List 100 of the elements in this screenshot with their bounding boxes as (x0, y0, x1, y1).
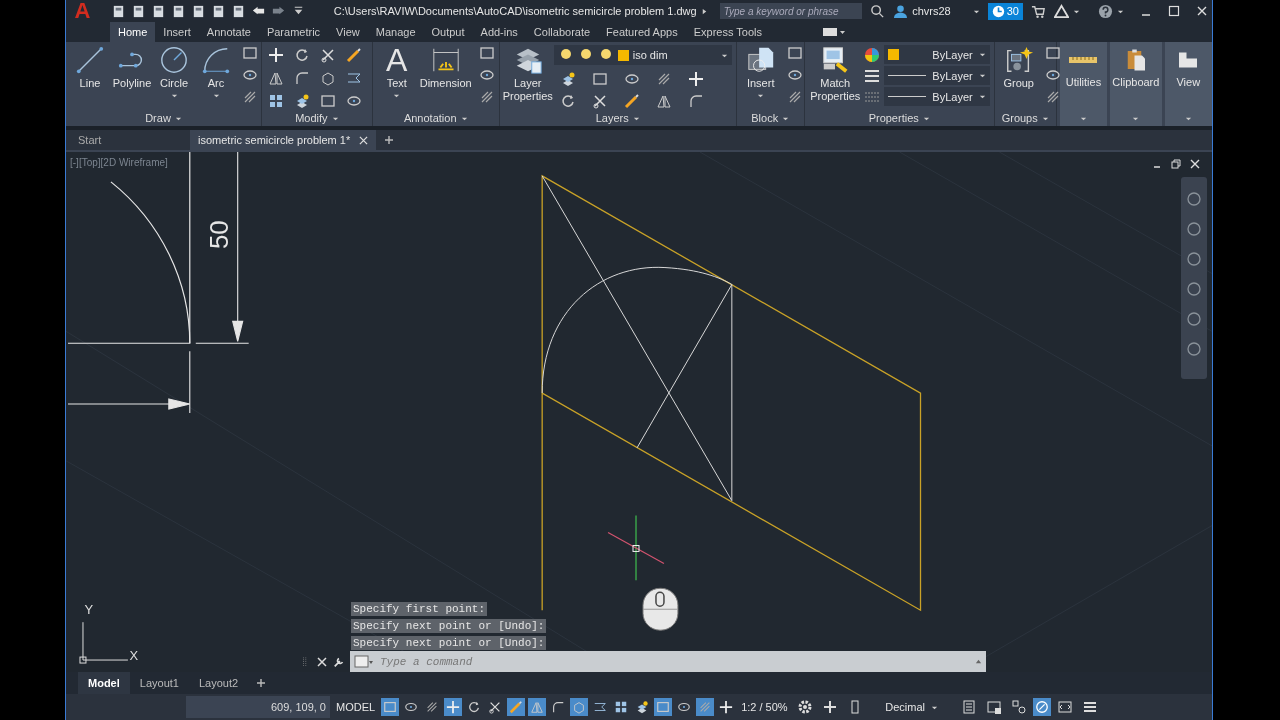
collapsed-panel[interactable]: Utilities (1059, 42, 1108, 126)
ribbon-tab[interactable]: Collaborate (525, 22, 599, 42)
ribbon-tab[interactable]: Add-ins (472, 22, 526, 42)
tool-icon[interactable] (320, 93, 336, 109)
user-icon[interactable] (893, 3, 909, 19)
units-dropdown[interactable]: Decimal (868, 701, 955, 713)
status-toggle[interactable] (570, 698, 589, 716)
ribbon-tab[interactable]: Express Tools (685, 22, 770, 42)
status-toggle[interactable] (696, 698, 715, 716)
collapsed-panel[interactable]: Clipboard (1110, 42, 1162, 126)
hardware-acceleration-button[interactable] (1032, 698, 1051, 716)
tool-icon[interactable] (1044, 45, 1061, 61)
tool-icon[interactable] (687, 93, 704, 109)
ribbon-tab[interactable]: Insert (155, 22, 199, 42)
tool-icon[interactable] (320, 47, 336, 63)
tool-icon[interactable] (320, 70, 336, 86)
fullscreen-icon[interactable] (1056, 699, 1073, 715)
panel-title[interactable]: Layers (499, 110, 736, 126)
tool-icon[interactable] (268, 47, 284, 63)
tool-icon[interactable] (623, 71, 640, 87)
tool-icon[interactable] (591, 93, 608, 109)
lock-icon[interactable] (985, 699, 1002, 715)
tool-icon[interactable] (294, 70, 310, 86)
settings-icon[interactable] (796, 699, 813, 715)
tool-icon[interactable] (478, 45, 495, 61)
navigation-icon[interactable] (1186, 221, 1202, 237)
status-toggle[interactable] (381, 698, 400, 716)
file-tab[interactable]: isometric semicircle problem 1* (190, 130, 376, 150)
tool-icon[interactable] (242, 89, 258, 105)
ribbon-button[interactable]: Group (998, 45, 1039, 90)
tool-icon[interactable] (478, 67, 495, 83)
add-tab-icon[interactable] (256, 678, 267, 688)
status-toggle[interactable] (654, 698, 673, 716)
tool-icon[interactable] (242, 67, 258, 83)
help-icon[interactable] (1098, 3, 1113, 19)
expand-arrow-icon[interactable] (700, 7, 708, 15)
ribbon-tab[interactable]: View (328, 22, 368, 42)
ribbon-button[interactable]: A Text (376, 45, 417, 99)
layout-tab[interactable]: Layout1 (129, 672, 189, 694)
layout-tab[interactable]: Model (78, 672, 130, 694)
panel-title[interactable]: Groups (994, 110, 1056, 126)
panel-title[interactable]: Modify (262, 110, 372, 126)
command-input[interactable]: Type a command (378, 654, 971, 669)
plus-icon[interactable] (821, 699, 838, 715)
ribbon-tab[interactable]: Output (423, 22, 473, 42)
property-dropdown[interactable]: ByLayer (883, 66, 990, 85)
status-toggle[interactable] (528, 698, 547, 716)
file-tab[interactable]: Start (70, 130, 190, 150)
tool-icon[interactable] (655, 93, 672, 109)
panel-title[interactable]: Block (736, 110, 804, 126)
navigation-icon[interactable] (1186, 251, 1202, 267)
panel-title[interactable]: Properties (804, 110, 994, 126)
cart-icon[interactable] (1031, 3, 1046, 19)
navigation-icon[interactable] (1186, 311, 1202, 327)
command-line-field[interactable]: Type a command (350, 651, 986, 672)
isolate-icon[interactable] (1010, 699, 1027, 715)
close-icon[interactable] (1196, 5, 1208, 17)
tool-icon[interactable] (687, 71, 704, 87)
add-tab-icon[interactable] (384, 135, 394, 145)
ribbon-button[interactable]: Dimension (418, 45, 473, 90)
panel-title[interactable]: Annotation (372, 110, 499, 126)
menu-icon[interactable] (1081, 699, 1098, 715)
restore-icon[interactable] (1171, 159, 1181, 169)
model-space-button[interactable]: MODEL (333, 701, 379, 713)
ribbon-button[interactable]: Insert (740, 45, 781, 99)
wrench-icon[interactable] (333, 655, 345, 668)
navigation-icon[interactable] (1186, 281, 1202, 297)
triangle-icon[interactable] (1054, 3, 1069, 19)
tool-icon[interactable] (346, 70, 362, 86)
tool-icon[interactable] (786, 45, 803, 61)
viewport-label[interactable]: [-][Top][2D Wireframe] (70, 157, 168, 168)
property-dropdown[interactable]: ByLayer (883, 87, 990, 106)
ribbon-button[interactable]: Line (70, 45, 110, 90)
ribbon-button[interactable]: Arc (196, 45, 236, 99)
layer-dropdown[interactable]: iso dim (553, 45, 732, 65)
tool-icon[interactable] (591, 71, 608, 87)
property-dropdown[interactable]: ByLayer (883, 45, 990, 64)
tool-icon[interactable] (268, 70, 284, 86)
navigation-icon[interactable] (1186, 341, 1202, 357)
properties-icon[interactable] (960, 699, 977, 715)
ribbon-tab[interactable]: Annotate (198, 22, 259, 42)
tool-icon[interactable] (242, 45, 258, 61)
ribbon-toggle-icon[interactable] (821, 27, 846, 37)
ribbon-tab[interactable]: Featured Apps (598, 22, 686, 42)
search-field[interactable]: Type a keyword or phrase (719, 3, 863, 19)
tool-icon[interactable] (346, 47, 362, 63)
search-icon[interactable] (870, 3, 886, 19)
navigation-icon[interactable] (1186, 191, 1202, 207)
ribbon-tab[interactable]: Home (110, 22, 156, 42)
ribbon-tab[interactable]: Parametric (258, 22, 329, 42)
maximize-icon[interactable] (1168, 5, 1180, 17)
tool-icon[interactable] (346, 93, 362, 109)
tool-icon[interactable] (623, 93, 640, 109)
ribbon-button[interactable]: Layer Properties (503, 45, 552, 103)
tool-icon[interactable] (268, 93, 284, 109)
status-toggle[interactable] (444, 698, 463, 716)
tool-icon[interactable] (1044, 67, 1061, 83)
ribbon-tab[interactable]: Manage (367, 22, 424, 42)
annotation-scale-button[interactable]: 1:2 / 50% (738, 701, 791, 713)
ribbon-button[interactable]: Circle (154, 45, 194, 99)
